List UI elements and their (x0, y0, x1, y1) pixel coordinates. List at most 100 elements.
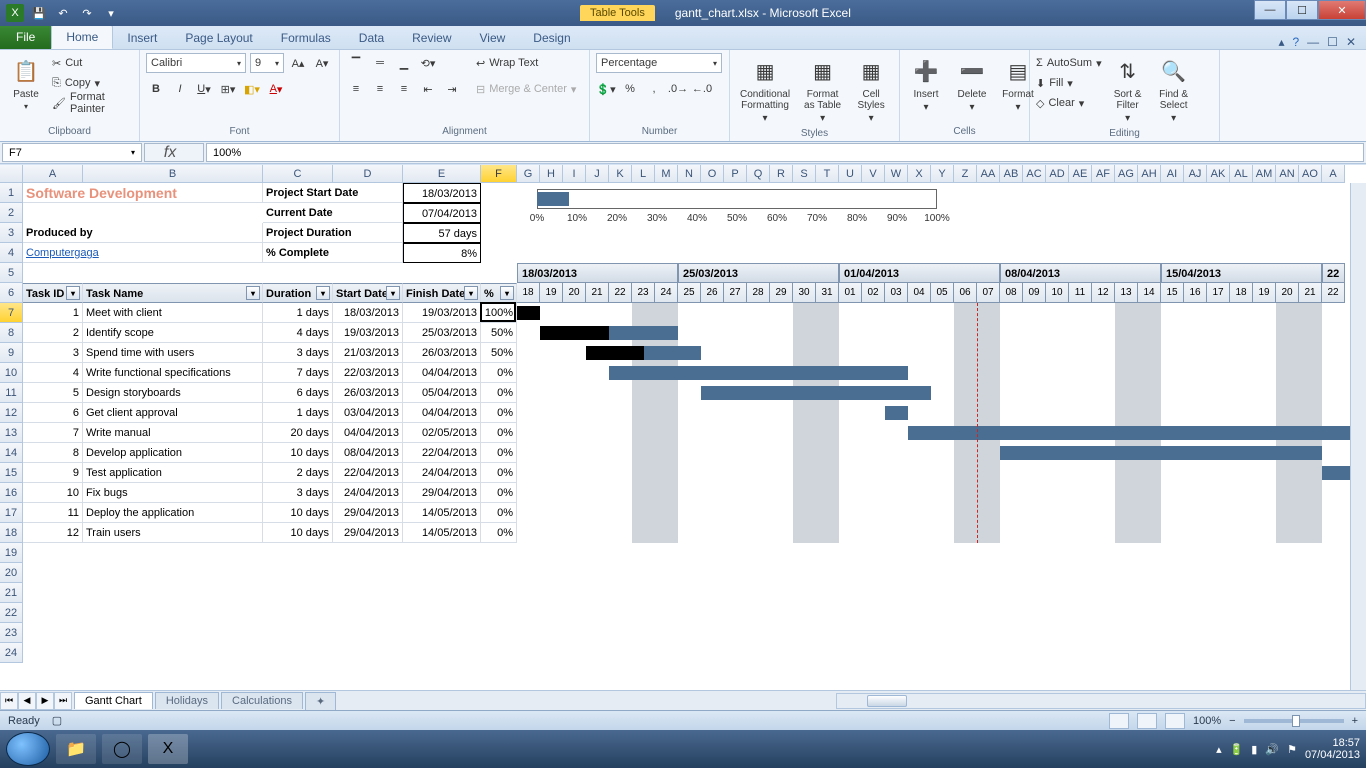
cell[interactable]: Start Date▾ (333, 283, 403, 303)
vertical-scrollbar[interactable] (1350, 183, 1366, 690)
row-header-14[interactable]: 14 (0, 443, 23, 463)
fx-icon[interactable]: fx (164, 144, 176, 162)
minimize-ribbon-icon[interactable]: ▴ (1278, 35, 1284, 49)
col-header-F[interactable]: F (481, 165, 517, 183)
zoom-level[interactable]: 100% (1193, 715, 1221, 727)
col-header-AC[interactable]: AC (1023, 165, 1046, 183)
cell[interactable]: Produced by (23, 223, 263, 243)
cell[interactable]: Project Duration (263, 223, 403, 243)
fill-button[interactable]: ⬇Fill ▾ (1036, 73, 1102, 93)
orientation-icon[interactable]: ⟲▾ (418, 53, 438, 73)
cell[interactable]: 02/05/2013 (403, 423, 481, 443)
cell[interactable]: Train users (83, 523, 263, 543)
sheet-tab-gantt[interactable]: Gantt Chart (74, 692, 153, 709)
filter-dropdown-icon[interactable]: ▾ (386, 286, 400, 300)
volume-icon[interactable]: 🔊 (1265, 743, 1279, 756)
col-header-J[interactable]: J (586, 165, 609, 183)
cell[interactable]: Design storyboards (83, 383, 263, 403)
col-header-C[interactable]: C (263, 165, 333, 183)
row-header-12[interactable]: 12 (0, 403, 23, 423)
view-page-break-icon[interactable] (1165, 713, 1185, 729)
cell[interactable]: 0% (481, 443, 517, 463)
col-header-I[interactable]: I (563, 165, 586, 183)
align-left-icon[interactable]: ≡ (346, 79, 366, 99)
cell[interactable]: 12 (23, 523, 83, 543)
col-header-D[interactable]: D (333, 165, 403, 183)
sheet-nav-prev-icon[interactable]: ◀ (18, 692, 36, 710)
cell[interactable]: 11 (23, 503, 83, 523)
network-icon[interactable]: ▮ (1251, 743, 1257, 756)
col-header-AN[interactable]: AN (1276, 165, 1299, 183)
cell[interactable]: 6 (23, 403, 83, 423)
row-header-9[interactable]: 9 (0, 343, 23, 363)
cell[interactable]: 0% (481, 483, 517, 503)
cell[interactable]: Identify scope (83, 323, 263, 343)
row-header-17[interactable]: 17 (0, 503, 23, 523)
cell[interactable]: 3 days (263, 483, 333, 503)
font-name-combo[interactable]: Calibri▾ (146, 53, 246, 73)
row-header-1[interactable]: 1 (0, 183, 23, 203)
col-header-AO[interactable]: AO (1299, 165, 1322, 183)
cell[interactable]: 0% (481, 403, 517, 423)
cell[interactable]: 10 days (263, 443, 333, 463)
col-header-W[interactable]: W (885, 165, 908, 183)
cell[interactable]: Duration▾ (263, 283, 333, 303)
cell[interactable]: 24/04/2013 (333, 483, 403, 503)
cell[interactable]: 7 days (263, 363, 333, 383)
cell[interactable]: 8 (23, 443, 83, 463)
link-computergaga[interactable]: Computergaga (23, 243, 263, 263)
col-header-A[interactable]: A (1322, 165, 1345, 183)
filter-dropdown-icon[interactable]: ▾ (464, 286, 478, 300)
col-header-Y[interactable]: Y (931, 165, 954, 183)
cell[interactable]: 7 (23, 423, 83, 443)
cell[interactable]: 8% (403, 243, 481, 263)
col-header-K[interactable]: K (609, 165, 632, 183)
sheet-nav-first-icon[interactable]: ⏮ (0, 692, 18, 710)
col-header-N[interactable]: N (678, 165, 701, 183)
autosum-button[interactable]: ΣAutoSum ▾ (1036, 53, 1102, 73)
row-header-23[interactable]: 23 (0, 623, 23, 643)
row-header-15[interactable]: 15 (0, 463, 23, 483)
format-as-table-button[interactable]: ▦Format as Table▾ (800, 53, 845, 126)
cell[interactable]: 0% (481, 383, 517, 403)
cell[interactable]: Current Date (263, 203, 403, 223)
col-header-AK[interactable]: AK (1207, 165, 1230, 183)
cell[interactable]: 0% (481, 363, 517, 383)
cell[interactable]: Task Name▾ (83, 283, 263, 303)
col-header-R[interactable]: R (770, 165, 793, 183)
name-box[interactable]: F7▾ (2, 143, 142, 162)
insert-cells-button[interactable]: ➕Insert▾ (906, 53, 946, 115)
clear-button[interactable]: ◇Clear ▾ (1036, 93, 1102, 113)
cell[interactable]: Write manual (83, 423, 263, 443)
col-header-AD[interactable]: AD (1046, 165, 1069, 183)
cell[interactable]: 26/03/2013 (403, 343, 481, 363)
filter-dropdown-icon[interactable]: ▾ (246, 286, 260, 300)
row-header-18[interactable]: 18 (0, 523, 23, 543)
cell[interactable]: 1 days (263, 303, 333, 323)
col-header-M[interactable]: M (655, 165, 678, 183)
number-format-combo[interactable]: Percentage▾ (596, 53, 722, 73)
col-header-AL[interactable]: AL (1230, 165, 1253, 183)
tray-up-icon[interactable]: ▴ (1216, 743, 1222, 756)
inc-decimal-icon[interactable]: .0→ (668, 79, 688, 99)
view-normal-icon[interactable] (1109, 713, 1129, 729)
cell[interactable]: 18/03/2013 (333, 303, 403, 323)
align-middle-icon[interactable]: ═ (370, 53, 390, 73)
cell[interactable]: 3 (23, 343, 83, 363)
col-header-G[interactable]: G (517, 165, 540, 183)
row-header-3[interactable]: 3 (0, 223, 23, 243)
cell[interactable]: 4 (23, 363, 83, 383)
col-header-AF[interactable]: AF (1092, 165, 1115, 183)
start-orb-icon[interactable] (6, 732, 50, 766)
workbook-close-icon[interactable]: ✕ (1346, 35, 1356, 49)
cell[interactable]: 22/04/2013 (333, 463, 403, 483)
wrap-text-button[interactable]: ↩Wrap Text (476, 53, 576, 73)
row-header-16[interactable]: 16 (0, 483, 23, 503)
cell[interactable]: 50% (481, 323, 517, 343)
cell[interactable]: 19/03/2013 (333, 323, 403, 343)
cell[interactable]: 20 days (263, 423, 333, 443)
formula-input[interactable]: 100% (206, 143, 1364, 162)
cell[interactable]: 2 (23, 323, 83, 343)
sheet-tab-holidays[interactable]: Holidays (155, 692, 219, 709)
indent-inc-icon[interactable]: ⇥ (442, 79, 462, 99)
